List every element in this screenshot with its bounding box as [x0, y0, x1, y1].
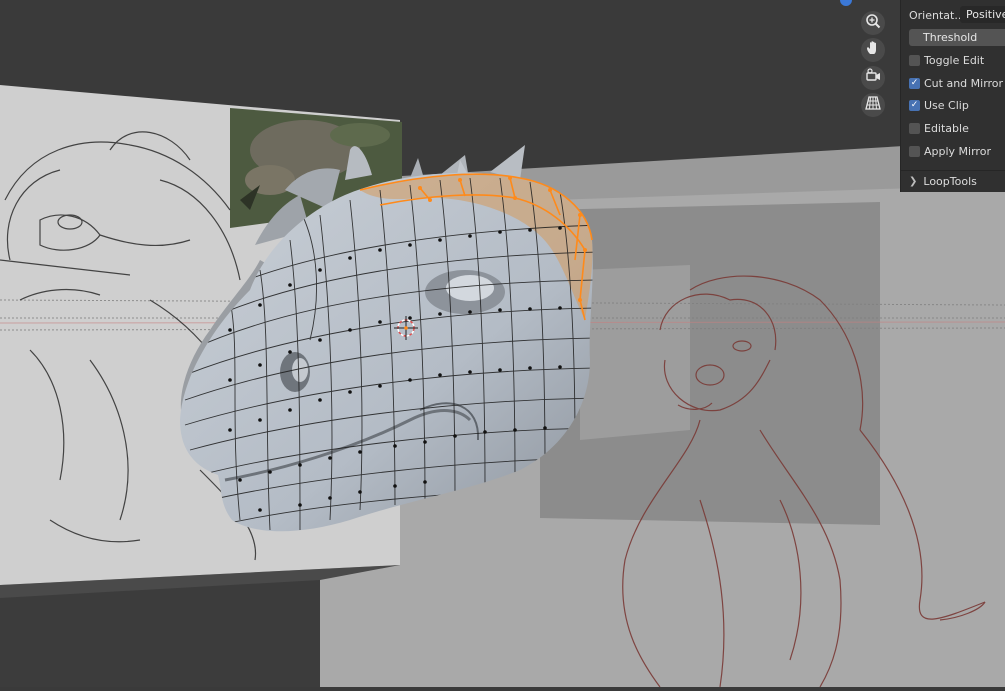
camera-view-icon — [865, 68, 881, 88]
chevron-right-icon: ❯ — [909, 175, 918, 187]
cut-and-mirror-label: Cut and Mirror — [924, 76, 1004, 90]
viewport-scene — [0, 0, 1005, 688]
zoom-icon — [865, 13, 881, 33]
3d-viewport[interactable] — [0, 0, 1005, 688]
camera-view-button[interactable] — [861, 66, 885, 90]
apply-mirror-checkbox[interactable] — [909, 145, 920, 157]
editable-option[interactable]: Editable — [909, 119, 969, 137]
looptools-panel-header[interactable]: ❯ LoopTools — [909, 172, 977, 190]
use-clip-checkbox[interactable] — [909, 99, 920, 111]
mirror-options-panel: Orientat... Positive Threshold Toggle Ed… — [900, 0, 1005, 192]
toggle-edit-option[interactable]: Toggle Edit — [909, 51, 984, 69]
panel-divider — [901, 170, 1005, 171]
cut-and-mirror-checkbox[interactable] — [909, 77, 920, 89]
threshold-field[interactable]: Threshold — [909, 29, 1005, 46]
use-clip-label: Use Clip — [924, 98, 969, 112]
editable-label: Editable — [924, 121, 969, 135]
toggle-edit-label: Toggle Edit — [924, 53, 985, 67]
toggle-edit-checkbox[interactable] — [909, 54, 920, 66]
grid-perspective-icon — [865, 95, 881, 115]
cut-and-mirror-option[interactable]: Cut and Mirror — [909, 74, 1003, 92]
apply-mirror-option[interactable]: Apply Mirror — [909, 142, 991, 160]
editable-checkbox[interactable] — [909, 122, 920, 134]
looptools-label: LoopTools — [923, 174, 977, 188]
perspective-toggle-button[interactable] — [861, 93, 885, 117]
zoom-button[interactable] — [861, 11, 885, 35]
orientation-dropdown[interactable]: Positive — [960, 6, 1005, 23]
hand-pan-icon — [865, 40, 881, 60]
pan-button[interactable] — [861, 38, 885, 62]
orientation-label: Orientat... — [909, 8, 965, 22]
apply-mirror-label: Apply Mirror — [924, 144, 991, 158]
use-clip-option[interactable]: Use Clip — [909, 96, 969, 114]
